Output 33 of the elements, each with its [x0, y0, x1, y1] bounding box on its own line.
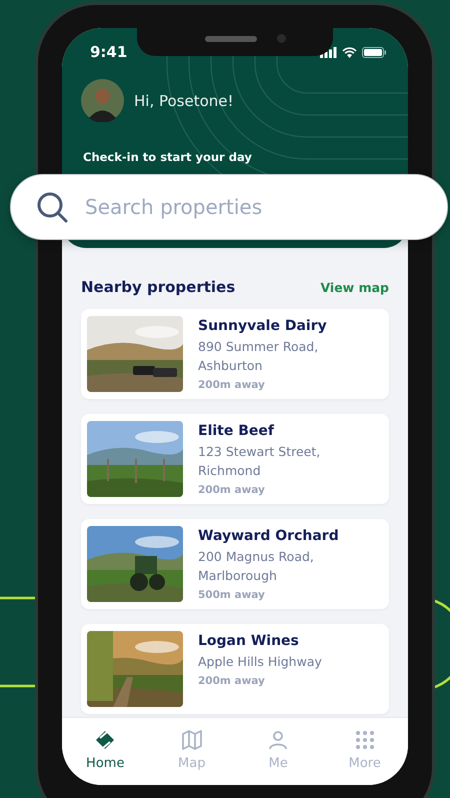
property-name: Logan Wines: [198, 633, 300, 649]
property-name: Elite Beef: [198, 423, 276, 439]
distance-label: 200m away: [198, 484, 266, 496]
property-card[interactable]: Elite Beef 123 Stewart Street, Richmond 200m away: [81, 414, 389, 504]
search-icon: [36, 191, 68, 223]
grid-icon: [354, 729, 376, 751]
status-time: 9:41: [90, 43, 128, 61]
property-address: 200 Magnus Road,: [198, 548, 315, 566]
map-icon: [180, 728, 204, 752]
distance-label: 200m away: [198, 675, 266, 687]
property-address: Ashburton: [198, 357, 264, 375]
greeting: Hi, Posetone!: [134, 92, 234, 110]
property-name: Wayward Orchard: [198, 528, 339, 544]
property-card[interactable]: Wayward Orchard 200 Magnus Road, Marlborough 500m away: [81, 519, 389, 609]
distance-label: 500m away: [198, 589, 266, 601]
nav-tab[interactable]: Home: [62, 718, 148, 781]
section-title: Nearby properties: [81, 278, 236, 296]
avatar: [81, 79, 124, 122]
property-address: Richmond: [198, 462, 262, 480]
property-address: Apple Hills Highway: [198, 653, 322, 671]
property-address: 890 Summer Road,: [198, 338, 320, 356]
property-card[interactable]: Sunnyvale Dairy 890 Summer Road, Ashburton 200m away: [81, 309, 389, 399]
check-in-prompt: Check-in to start your day: [83, 150, 253, 164]
signal-icon: [320, 46, 337, 58]
distance-label: 200m away: [198, 379, 266, 391]
wifi-icon: [342, 46, 357, 58]
property-address: Marlborough: [198, 567, 278, 585]
battery-icon: [362, 46, 386, 58]
property-address: 123 Stewart Street,: [198, 443, 320, 461]
property-name: Sunnyvale Dairy: [198, 318, 327, 334]
search-field[interactable]: Search properties: [10, 174, 448, 240]
property-card[interactable]: Logan Wines Apple Hills Highway 200m away: [81, 624, 389, 714]
view-map-link[interactable]: View map: [320, 280, 389, 294]
